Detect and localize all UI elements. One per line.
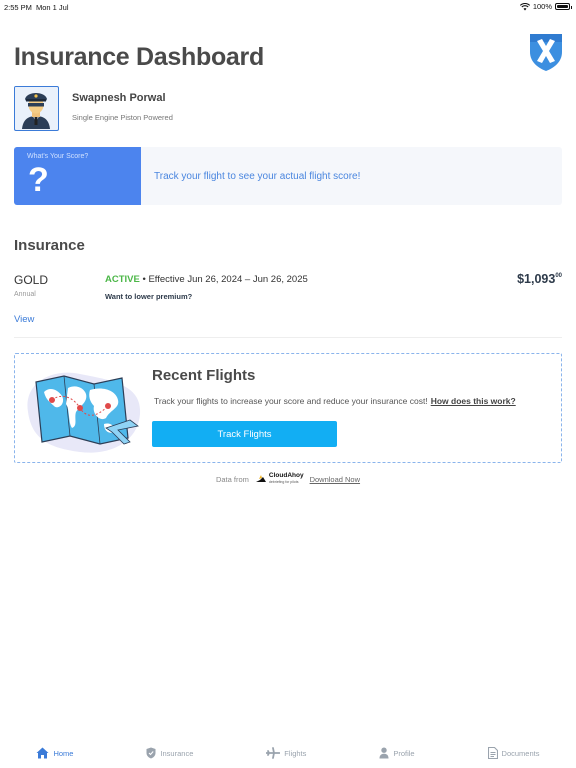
- map-illustration-icon: [27, 372, 141, 453]
- tab-home-label: Home: [53, 748, 74, 758]
- recent-flights-title: Recent Flights: [152, 367, 256, 384]
- data-source-prefix: Data from: [215, 474, 249, 484]
- divider: [14, 337, 562, 338]
- person-icon: [379, 747, 389, 759]
- home-icon: [36, 747, 49, 759]
- recent-flights-card: Recent Flights Track your flights to inc…: [14, 353, 562, 463]
- policy-price: $1,09300: [517, 272, 562, 286]
- tab-flights[interactable]: Flights: [266, 747, 306, 759]
- cloudahoy-logo: CloudAhoy debriefing for pilots: [255, 472, 304, 486]
- download-now-link[interactable]: Download Now: [310, 475, 360, 484]
- airplane-icon: [266, 747, 281, 759]
- tab-insurance[interactable]: Insurance: [146, 747, 193, 759]
- score-message: Track your flight to see your actual fli…: [154, 170, 361, 182]
- profile-summary[interactable]: Swapnesh Porwal Single Engine Piston Pow…: [14, 86, 173, 131]
- tab-flights-label: Flights: [284, 748, 307, 758]
- score-value: ?: [28, 161, 49, 199]
- profile-text: Swapnesh Porwal Single Engine Piston Pow…: [72, 92, 173, 122]
- status-indicators: 100%: [519, 2, 572, 11]
- tab-bar: Home Insurance Flights Profile Documents: [0, 742, 576, 764]
- status-bar: 2:55 PM Mon 1 Jul 100%: [0, 0, 576, 14]
- score-card[interactable]: What's Your Score? ? Track your flight t…: [14, 147, 562, 205]
- lower-premium-link[interactable]: Want to lower premium?: [105, 292, 192, 301]
- page-title: Insurance Dashboard: [14, 43, 264, 71]
- pilot-avatar-icon: [15, 87, 57, 129]
- document-icon: [487, 747, 498, 759]
- app-logo: [530, 34, 562, 71]
- cloudahoy-plane-icon: [255, 475, 266, 482]
- price-cents: 00: [555, 273, 562, 279]
- cloudahoy-brand: CloudAhoy: [268, 472, 304, 479]
- battery-icon: [555, 3, 572, 10]
- tab-home[interactable]: Home: [36, 747, 73, 759]
- score-panel: What's Your Score? ?: [14, 147, 141, 205]
- recent-flights-description: Track your flights to increase your scor…: [154, 396, 516, 406]
- policy-status-line: ACTIVE • Effective Jun 26, 2024 – Jun 26…: [105, 274, 308, 285]
- avatar[interactable]: [14, 86, 59, 131]
- plan-term: Annual: [14, 291, 36, 298]
- cloudahoy-tagline: debriefing for pilots: [268, 480, 299, 484]
- track-flights-button[interactable]: Track Flights: [152, 421, 337, 447]
- wifi-icon: [519, 2, 530, 10]
- status-time: 2:55 PM: [4, 3, 32, 12]
- tab-documents-label: Documents: [501, 748, 540, 758]
- tab-documents[interactable]: Documents: [487, 747, 540, 759]
- plan-name: GOLD: [14, 273, 49, 287]
- tab-profile-label: Profile: [393, 748, 415, 758]
- battery-percent: 100%: [532, 2, 552, 11]
- recent-flights-text: Track your flights to increase your scor…: [154, 396, 428, 406]
- insurance-section-title: Insurance: [14, 237, 85, 254]
- policy-effective-dates: • Effective Jun 26, 2024 – Jun 26, 2025: [142, 274, 308, 285]
- profile-aircraft-type: Single Engine Piston Powered: [72, 112, 173, 122]
- policy-status-badge: ACTIVE: [105, 274, 140, 285]
- how-does-this-work-link[interactable]: How does this work?: [431, 396, 516, 406]
- status-date: Mon 1 Jul: [36, 3, 69, 12]
- score-label: What's Your Score?: [27, 153, 89, 160]
- tab-insurance-label: Insurance: [160, 748, 194, 758]
- price-main: $1,093: [517, 272, 556, 286]
- data-source-line: Data from CloudAhoy debriefing for pilots…: [0, 472, 576, 486]
- profile-name: Swapnesh Porwal: [72, 91, 166, 104]
- shield-icon: [146, 747, 156, 759]
- tab-profile[interactable]: Profile: [379, 747, 415, 759]
- view-policy-link[interactable]: View: [14, 314, 34, 325]
